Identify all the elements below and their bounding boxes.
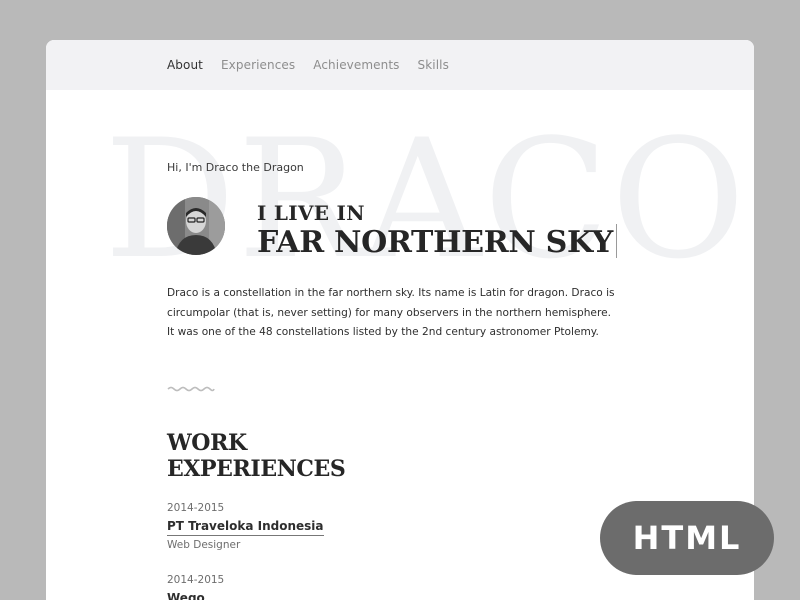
- experience-years: 2014-2015: [167, 574, 225, 586]
- typing-caret: [616, 224, 618, 258]
- work-title-line2: EXPERIENCES: [167, 456, 346, 482]
- greeting-text: Hi, I'm Draco the Dragon: [167, 161, 304, 174]
- hero-heading: FAR NORTHERN SKY: [257, 224, 618, 260]
- work-title-line1: WORK: [167, 430, 247, 456]
- hero-description: Draco is a constellation in the far nort…: [167, 287, 615, 338]
- experience-years: 2014-2015: [167, 502, 225, 514]
- experience-company-link[interactable]: Wego: [167, 591, 205, 600]
- work-experiences-title: WORK EXPERIENCES: [167, 430, 346, 482]
- experience-item: 2014-2015 PT Traveloka Indonesia Web Des…: [167, 502, 324, 551]
- experience-company-link[interactable]: PT Traveloka Indonesia: [167, 519, 324, 536]
- nav-experiences[interactable]: Experiences: [221, 58, 295, 72]
- squiggle-icon: [167, 378, 215, 397]
- person-avatar-icon: [167, 197, 225, 255]
- hero-heading-text: FAR NORTHERN SKY: [257, 225, 614, 260]
- top-navbar: About Experiences Achievements Skills: [46, 40, 754, 90]
- hero-subheading: I LIVE IN: [257, 201, 365, 225]
- experience-item: 2014-2015 Wego: [167, 574, 224, 600]
- html-badge: HTML: [600, 501, 774, 575]
- experience-role: Web Designer: [167, 539, 241, 551]
- nav-achievements[interactable]: Achievements: [313, 58, 399, 72]
- nav-about[interactable]: About: [167, 58, 203, 72]
- nav-skills[interactable]: Skills: [418, 58, 449, 72]
